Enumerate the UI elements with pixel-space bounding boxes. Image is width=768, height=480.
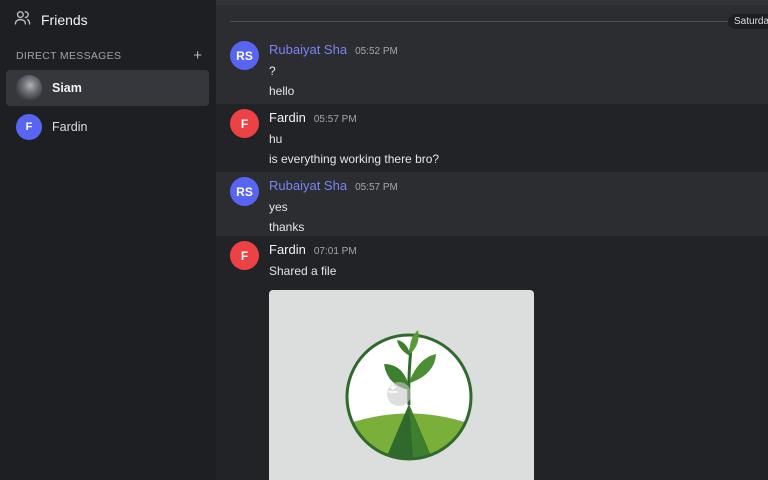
author-name[interactable]: Rubaiyat Sha — [269, 42, 347, 57]
message-text: thanks — [269, 220, 305, 234]
sidebar: Friends DIRECT MESSAGES + Siam F Fardin — [0, 0, 216, 480]
message-group: RS Rubaiyat Sha 05:57 PM yes thanks — [216, 172, 768, 236]
timestamp: 07:01 PM — [313, 246, 357, 257]
message-group: RS Rubaiyat Sha 05:52 PM ? hello — [216, 36, 768, 104]
dm-item-siam[interactable]: Siam — [6, 70, 209, 106]
message-text: hello — [269, 84, 295, 98]
avatar[interactable]: RS — [230, 177, 259, 206]
message-group: F Fardin 05:57 PM hu is everything worki… — [216, 104, 768, 172]
friends-label: Friends — [41, 12, 88, 28]
avatar[interactable]: F — [230, 241, 259, 270]
download-icon[interactable] — [387, 382, 411, 406]
timestamp: 05:57 PM — [313, 114, 357, 125]
direct-messages-header: DIRECT MESSAGES + — [16, 48, 202, 63]
top-bar — [216, 0, 768, 5]
chat-panel: Saturda RS Rubaiyat Sha 05:52 PM ? hello… — [216, 0, 768, 480]
file-attachment[interactable] — [269, 290, 534, 480]
friends-nav-item[interactable]: Friends — [14, 9, 88, 31]
dm-item-fardin[interactable]: F Fardin — [6, 109, 209, 145]
message-text: ? — [269, 64, 276, 78]
message-group: F Fardin 07:01 PM Shared a file — [216, 236, 768, 480]
direct-messages-label: DIRECT MESSAGES — [16, 50, 122, 62]
avatar — [16, 75, 42, 101]
message-text: yes — [269, 200, 288, 214]
date-label: Saturda — [728, 14, 768, 29]
timestamp: 05:52 PM — [355, 46, 398, 57]
avatar: F — [16, 114, 42, 140]
dm-name: Siam — [52, 81, 82, 95]
dm-name: Fardin — [52, 120, 88, 134]
author-name[interactable]: Fardin — [269, 242, 306, 257]
avatar[interactable]: RS — [230, 41, 259, 70]
date-divider — [230, 21, 750, 22]
message-text: is everything working there bro? — [269, 152, 440, 166]
friends-icon — [14, 9, 31, 31]
timestamp: 05:57 PM — [355, 182, 398, 193]
plus-icon[interactable]: + — [193, 48, 202, 63]
author-name[interactable]: Fardin — [269, 110, 306, 125]
message-text: Shared a file — [269, 264, 337, 278]
avatar[interactable]: F — [230, 109, 259, 138]
message-text: hu — [269, 132, 283, 146]
author-name[interactable]: Rubaiyat Sha — [269, 178, 347, 193]
